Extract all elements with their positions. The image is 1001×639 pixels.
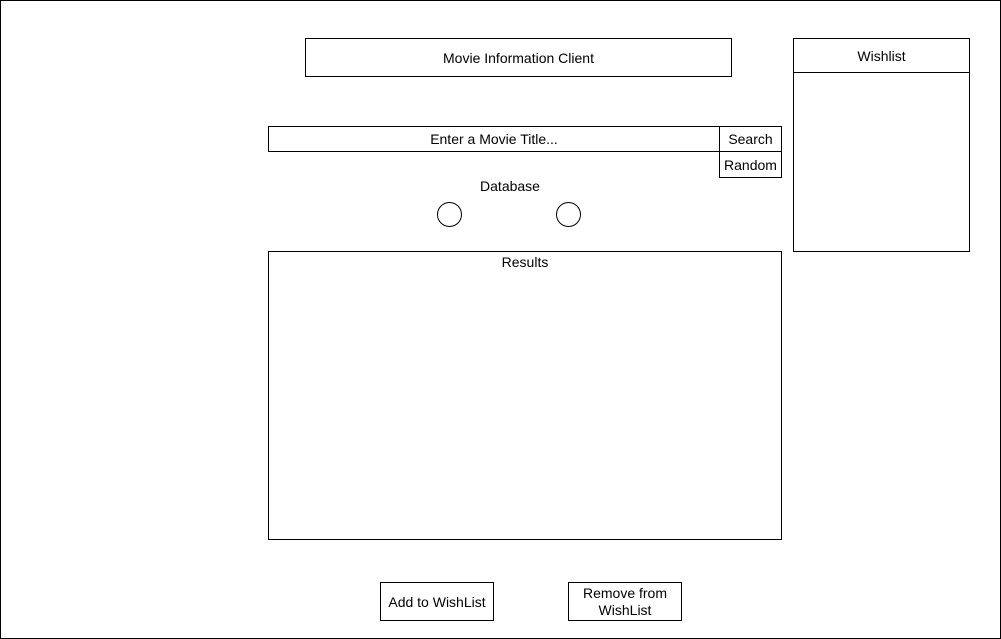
database-radio-1[interactable] bbox=[437, 202, 462, 227]
wishlist-panel[interactable]: Wishlist bbox=[793, 38, 970, 252]
remove-from-wishlist-button[interactable]: Remove from WishList bbox=[568, 582, 682, 621]
search-button[interactable]: Search bbox=[719, 126, 782, 152]
add-to-wishlist-button[interactable]: Add to WishList bbox=[380, 582, 494, 621]
movie-title-input[interactable] bbox=[268, 126, 720, 152]
app-title: Movie Information Client bbox=[305, 38, 732, 77]
random-button[interactable]: Random bbox=[719, 151, 782, 178]
app-title-text: Movie Information Client bbox=[443, 49, 594, 66]
results-panel[interactable]: Results bbox=[268, 251, 782, 540]
database-label: Database bbox=[480, 178, 540, 194]
database-radio-2[interactable] bbox=[556, 202, 581, 227]
results-label: Results bbox=[501, 254, 549, 270]
wishlist-title: Wishlist bbox=[857, 47, 906, 64]
wishlist-header: Wishlist bbox=[794, 39, 969, 73]
